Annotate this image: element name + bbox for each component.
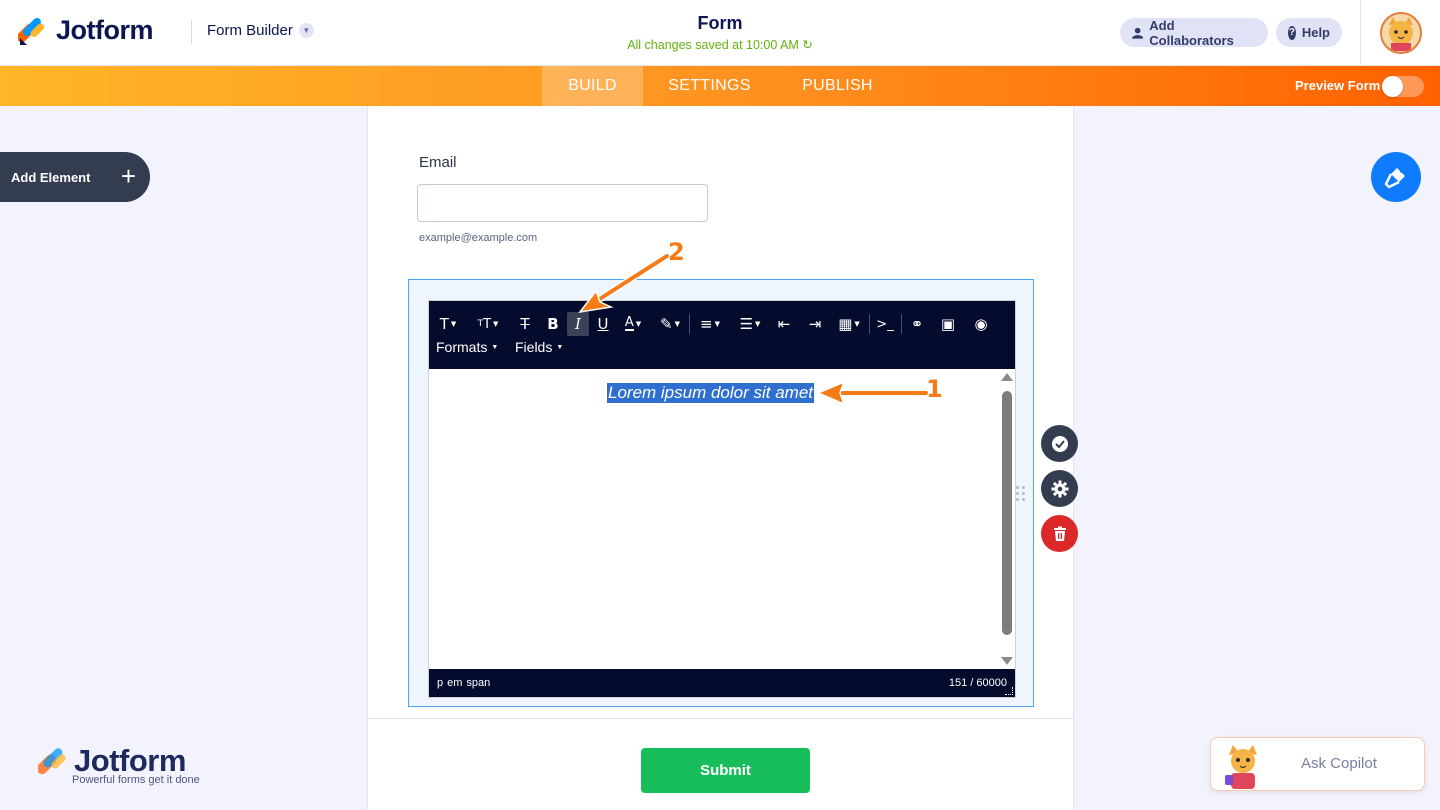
preview-eye-icon[interactable]: ◉ [969, 312, 993, 336]
form-designer-button[interactable] [1371, 152, 1421, 202]
form-canvas: Email example@example.com T ▼ T T ▼ T B I U… [367, 106, 1074, 810]
align-left-icon[interactable]: ≡ ▼ [696, 312, 724, 336]
help-label: Help [1301, 25, 1330, 40]
email-label: Email [419, 154, 457, 171]
rich-text-editor: T ▼ T T ▼ T B I U A ▼ ✎ ▼ ≡ ▼ ☰ ▼ ⇤ ⇥ ▦ ▼ >_ [428, 300, 1016, 698]
element-path: p em span [437, 677, 490, 689]
question-icon: ? [1288, 25, 1296, 40]
editor-content[interactable]: Lorem ipsum dolor sit amet [429, 369, 1015, 669]
path-item[interactable]: em [447, 677, 462, 689]
preview-form-toggle[interactable] [1382, 76, 1424, 97]
toolbar-separator [869, 314, 870, 334]
path-item[interactable]: span [466, 677, 490, 689]
font-size-icon[interactable]: T T ▼ [472, 312, 504, 336]
form-title-block: Form All changes saved at 10:00 AM ↻ [560, 13, 880, 52]
char-count: 151 / 60000 [948, 677, 1007, 689]
link-icon[interactable]: ⚭ [907, 312, 927, 336]
scroll-thumb[interactable] [1002, 391, 1012, 635]
refresh-icon[interactable]: ↻ [802, 38, 812, 52]
jotform-logo-icon [18, 18, 45, 45]
avatar-cat-icon [1389, 17, 1413, 51]
form-title[interactable]: Form [560, 13, 880, 34]
user-icon [1132, 27, 1144, 39]
editor-toolbar: T ▼ T T ▼ T B I U A ▼ ✎ ▼ ≡ ▼ ☰ ▼ ⇤ ⇥ ▦ ▼ >_ [429, 301, 1015, 369]
confirm-field-button[interactable] [1041, 425, 1078, 462]
chevron-down-icon: ▼ [556, 343, 564, 351]
drag-handle[interactable] [1016, 486, 1026, 502]
plus-icon: + [120, 161, 136, 191]
top-header: Jotform Form Builder ▼ Form All changes … [0, 0, 1440, 66]
header-divider [191, 20, 192, 44]
annotation-marker-2: 2 [668, 238, 685, 266]
path-item[interactable]: p [437, 677, 443, 689]
font-family-icon[interactable]: T ▼ [436, 312, 460, 336]
form-builder-dropdown[interactable]: Form Builder ▼ [207, 22, 314, 39]
clear-format-icon[interactable]: T [515, 312, 535, 336]
add-element-label: Add Element [11, 169, 91, 185]
tab-publish[interactable]: PUBLISH [790, 66, 885, 106]
trash-icon [1053, 526, 1066, 541]
help-button[interactable]: ? Help [1276, 18, 1342, 47]
toggle-knob [1382, 76, 1403, 97]
text-color-icon[interactable]: A ▼ [621, 312, 645, 336]
outdent-icon[interactable]: ⇤ [774, 312, 794, 336]
selected-text[interactable]: Lorem ipsum dolor sit amet [607, 383, 815, 403]
save-status-text: All changes saved at 10:00 AM [627, 38, 799, 52]
editor-scrollbar[interactable] [1001, 373, 1013, 665]
indent-icon[interactable]: ⇥ [805, 312, 825, 336]
save-status: All changes saved at 10:00 AM ↻ [560, 37, 880, 52]
paragraph-field-selected[interactable]: T ▼ T T ▼ T B I U A ▼ ✎ ▼ ≡ ▼ ☰ ▼ ⇤ ⇥ ▦ ▼ >_ [408, 279, 1034, 707]
editor-statusbar: p em span 151 / 60000 [429, 669, 1015, 697]
header-separator [1360, 0, 1361, 66]
highlight-icon[interactable]: ✎ ▼ [657, 312, 683, 336]
add-collaborators-label: Add Collaborators [1149, 17, 1234, 48]
jotform-watermark: Jotform Powerful forms get it done [38, 743, 200, 786]
submit-button[interactable]: Submit [641, 748, 810, 793]
ask-copilot-label: Ask Copilot [1301, 755, 1377, 772]
chevron-down-icon: ▼ [491, 343, 499, 351]
chevron-down-icon: ▼ [298, 23, 314, 38]
image-icon[interactable]: ▣ [938, 312, 958, 336]
annotation-marker-1: 1 [926, 375, 943, 403]
avatar[interactable] [1380, 12, 1422, 54]
fields-menu[interactable]: Fields ▼ [515, 335, 563, 359]
add-element-button[interactable]: Add Element + [0, 152, 150, 202]
scroll-down-icon[interactable] [1001, 657, 1013, 665]
code-icon[interactable]: >_ [875, 312, 895, 336]
tab-settings[interactable]: SETTINGS [652, 66, 767, 106]
email-field[interactable] [417, 184, 708, 222]
underline-icon[interactable]: U [593, 312, 613, 336]
italic-icon[interactable]: I [567, 312, 589, 336]
builder-nav: BUILD SETTINGS PUBLISH Preview Form [0, 66, 1440, 106]
logo-text: Jotform [56, 14, 154, 45]
watermark-logo-text: Jotform [74, 743, 186, 778]
scroll-up-icon[interactable] [1001, 373, 1013, 381]
check-circle-icon [1051, 435, 1068, 452]
resize-handle[interactable] [1005, 687, 1013, 695]
jotform-logo[interactable]: Jotform [18, 14, 154, 46]
table-icon[interactable]: ▦ ▼ [835, 312, 863, 336]
jotform-logo-icon [38, 748, 66, 775]
gear-icon [1051, 480, 1068, 497]
ask-copilot-button[interactable]: Ask Copilot [1210, 737, 1425, 791]
copilot-mascot-icon [1225, 745, 1257, 789]
preview-form-label: Preview Form [1295, 78, 1381, 93]
delete-field-button[interactable] [1041, 515, 1078, 552]
builder-label: Form Builder [207, 22, 293, 39]
bold-icon[interactable]: B [543, 312, 563, 336]
toolbar-separator [689, 314, 690, 334]
formats-menu[interactable]: Formats ▼ [436, 335, 498, 359]
bullet-list-icon[interactable]: ☰ ▼ [735, 312, 765, 336]
add-collaborators-button[interactable]: Add Collaborators [1120, 17, 1268, 48]
fields-label: Fields [515, 339, 553, 355]
formats-label: Formats [436, 339, 488, 355]
paint-roller-icon [1384, 168, 1405, 189]
watermark-tagline: Powerful forms get it done [72, 774, 200, 786]
tab-build[interactable]: BUILD [542, 66, 643, 106]
canvas-divider [368, 718, 1073, 719]
toolbar-separator [901, 314, 902, 334]
email-sublabel: example@example.com [419, 232, 538, 244]
field-properties-button[interactable] [1041, 470, 1078, 507]
